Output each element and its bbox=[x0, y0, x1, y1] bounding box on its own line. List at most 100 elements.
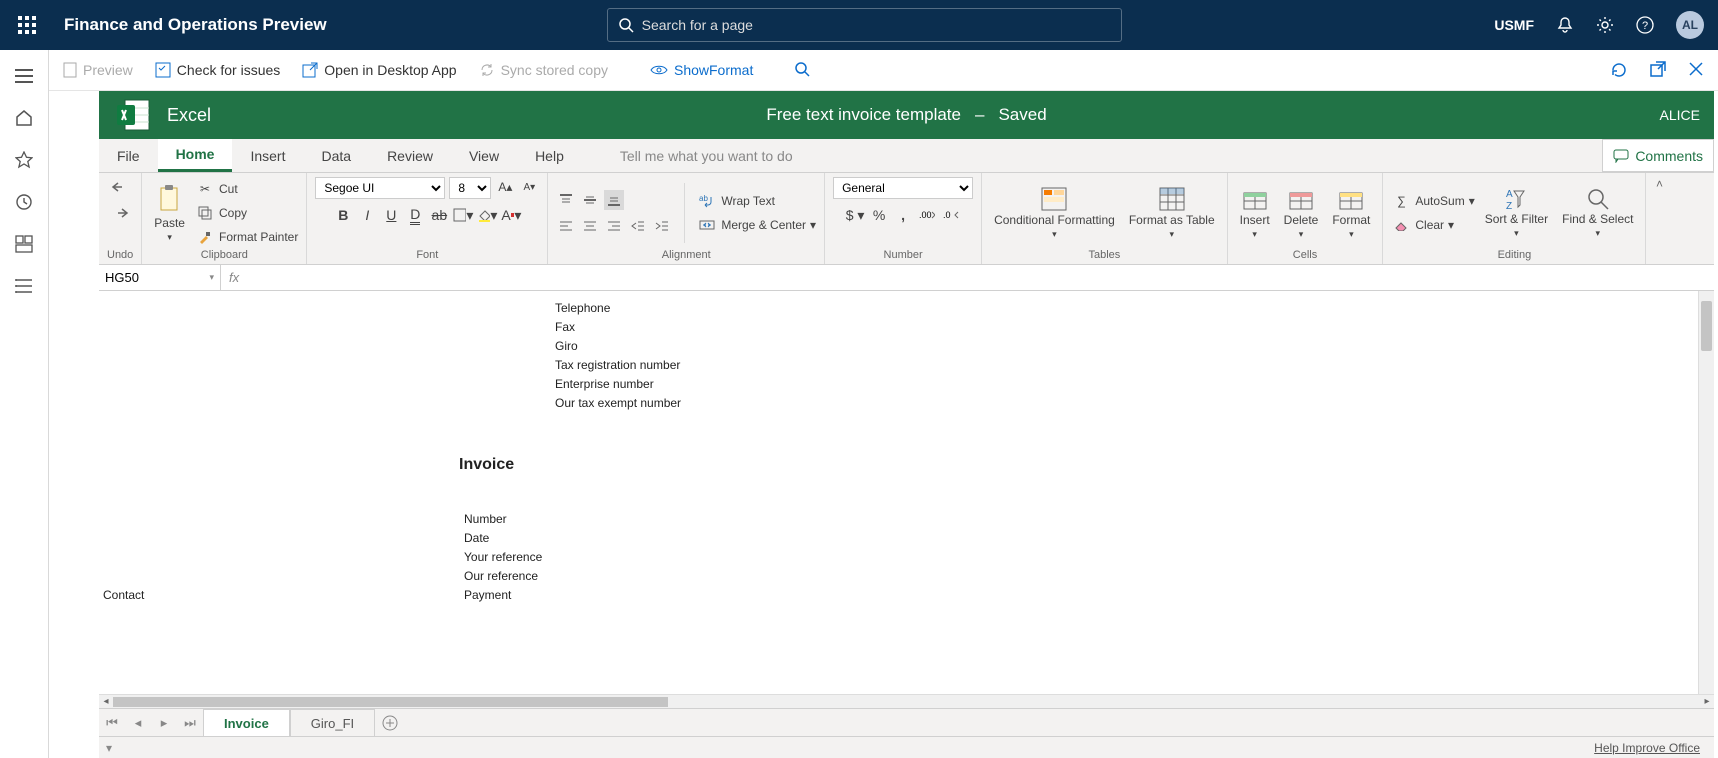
delete-cells-button[interactable]: Delete▾ bbox=[1280, 185, 1323, 242]
global-search[interactable] bbox=[607, 8, 1122, 42]
popout-button[interactable] bbox=[1650, 61, 1666, 79]
preview-button[interactable]: Preview bbox=[63, 62, 133, 78]
cut-button[interactable]: ✂Cut bbox=[195, 179, 298, 199]
refresh-button[interactable] bbox=[1610, 61, 1628, 79]
open-desktop-button[interactable]: Open in Desktop App bbox=[302, 62, 456, 78]
tell-me-search[interactable]: Tell me what you want to do bbox=[602, 139, 811, 172]
legal-entity[interactable]: USMF bbox=[1494, 17, 1534, 33]
horizontal-scrollbar[interactable]: ◂ ▸ bbox=[99, 694, 1714, 708]
align-center-button[interactable] bbox=[580, 216, 600, 236]
align-bottom-button[interactable] bbox=[604, 190, 624, 210]
sync-button[interactable]: Sync stored copy bbox=[479, 62, 608, 78]
workspaces-icon[interactable] bbox=[12, 232, 36, 256]
cell-number: Number bbox=[464, 512, 507, 526]
global-search-input[interactable] bbox=[642, 17, 1111, 33]
wrap-text-button[interactable]: abWrap Text bbox=[697, 191, 816, 211]
collapse-ribbon-button[interactable]: ˄ bbox=[1646, 173, 1672, 264]
align-top-button[interactable] bbox=[556, 190, 576, 210]
check-issues-button[interactable]: Check for issues bbox=[155, 62, 280, 78]
tab-help[interactable]: Help bbox=[517, 139, 582, 172]
align-left-button[interactable] bbox=[556, 216, 576, 236]
italic-button[interactable]: I bbox=[357, 205, 377, 225]
align-middle-button[interactable] bbox=[580, 190, 600, 210]
align-right-button[interactable] bbox=[604, 216, 624, 236]
merge-center-button[interactable]: Merge & Center ▾ bbox=[697, 215, 816, 235]
search-small-button[interactable] bbox=[795, 62, 811, 78]
fill-color-button[interactable]: ▾ bbox=[477, 205, 497, 225]
sheet-tab-invoice[interactable]: Invoice bbox=[203, 709, 290, 736]
percent-button[interactable]: % bbox=[869, 205, 889, 225]
clear-button[interactable]: Clear ▾ bbox=[1391, 215, 1474, 235]
wrap-icon: ab bbox=[697, 191, 717, 211]
home-icon[interactable] bbox=[12, 106, 36, 130]
help-icon[interactable]: ? bbox=[1636, 16, 1654, 34]
bell-icon[interactable] bbox=[1556, 16, 1574, 34]
tab-insert[interactable]: Insert bbox=[232, 139, 303, 172]
sheet-nav-next[interactable]: ▸ bbox=[151, 715, 177, 731]
font-size-select[interactable]: 8 bbox=[449, 177, 491, 199]
avatar[interactable]: AL bbox=[1676, 11, 1704, 39]
sheet-nav-last[interactable]: ⏭ bbox=[177, 715, 203, 731]
format-cells-button[interactable]: Format▾ bbox=[1328, 185, 1374, 242]
increase-font-button[interactable]: A▴ bbox=[495, 177, 515, 197]
comma-button[interactable]: , bbox=[893, 205, 913, 225]
open-external-icon bbox=[302, 62, 318, 78]
increase-decimal-button[interactable]: .00 bbox=[917, 205, 937, 225]
waffle-icon[interactable] bbox=[14, 12, 40, 38]
hamburger-icon[interactable] bbox=[12, 64, 36, 88]
format-as-table-button[interactable]: Format as Table▾ bbox=[1125, 184, 1219, 242]
font-name-select[interactable]: Segoe UI bbox=[315, 177, 445, 199]
scroll-right-button[interactable]: ▸ bbox=[1700, 696, 1714, 707]
group-number-label: Number bbox=[833, 249, 973, 264]
fx-icon[interactable]: fx bbox=[229, 270, 239, 285]
underline-button[interactable]: U bbox=[381, 205, 401, 225]
modules-icon[interactable] bbox=[12, 274, 36, 298]
copy-button[interactable]: Copy bbox=[195, 203, 298, 223]
autosum-button[interactable]: ∑AutoSum ▾ bbox=[1391, 191, 1474, 211]
accounting-button[interactable]: $ ▾ bbox=[845, 205, 865, 225]
scroll-left-button[interactable]: ◂ bbox=[99, 696, 113, 707]
insert-cells-button[interactable]: Insert▾ bbox=[1236, 185, 1274, 242]
close-icon bbox=[1688, 61, 1704, 77]
recent-icon[interactable] bbox=[12, 190, 36, 214]
redo-button[interactable] bbox=[110, 203, 130, 223]
conditional-formatting-button[interactable]: Conditional Formatting▾ bbox=[990, 184, 1119, 242]
comments-button[interactable]: Comments bbox=[1602, 139, 1714, 172]
showformat-button[interactable]: ShowFormat bbox=[650, 62, 753, 78]
paste-button[interactable]: Paste ▾ bbox=[150, 182, 189, 245]
tab-review[interactable]: Review bbox=[369, 139, 451, 172]
find-select-button[interactable]: Find & Select▾ bbox=[1558, 185, 1637, 241]
formula-input[interactable] bbox=[247, 270, 1706, 285]
gear-icon[interactable] bbox=[1596, 16, 1614, 34]
sheet-tab-giro[interactable]: Giro_FI bbox=[290, 709, 375, 736]
decrease-indent-button[interactable] bbox=[628, 216, 648, 236]
double-underline-button[interactable]: D bbox=[405, 205, 425, 225]
font-color-button[interactable]: A▾ bbox=[501, 205, 521, 225]
increase-indent-button[interactable] bbox=[652, 216, 672, 236]
format-painter-button[interactable]: Format Painter bbox=[195, 227, 298, 247]
sheet-nav-first[interactable]: ⏮ bbox=[99, 715, 125, 731]
decrease-font-button[interactable]: A▾ bbox=[519, 177, 539, 197]
decrease-decimal-button[interactable]: .0 bbox=[941, 205, 961, 225]
bold-button[interactable]: B bbox=[333, 205, 353, 225]
strikethrough-button[interactable]: ab bbox=[429, 205, 449, 225]
tab-view[interactable]: View bbox=[451, 139, 517, 172]
name-box-value: HG50 bbox=[105, 270, 139, 285]
status-menu-button[interactable]: ▾ bbox=[99, 741, 119, 755]
star-icon[interactable] bbox=[12, 148, 36, 172]
borders-button[interactable]: ▾ bbox=[453, 205, 473, 225]
sort-filter-button[interactable]: AZSort & Filter▾ bbox=[1481, 185, 1552, 241]
number-format-select[interactable]: General bbox=[833, 177, 973, 199]
add-sheet-button[interactable] bbox=[375, 715, 405, 731]
sheet-nav-prev[interactable]: ◂ bbox=[125, 715, 151, 731]
name-box[interactable]: HG50▾ bbox=[99, 265, 221, 290]
tab-home[interactable]: Home bbox=[158, 139, 233, 172]
excel-logo-icon bbox=[111, 92, 157, 138]
undo-button[interactable] bbox=[110, 177, 130, 197]
vertical-scrollbar[interactable] bbox=[1698, 291, 1714, 694]
tab-file[interactable]: File bbox=[99, 139, 158, 172]
help-improve-link[interactable]: Help Improve Office bbox=[1594, 741, 1700, 755]
close-button[interactable] bbox=[1688, 61, 1704, 79]
tab-data[interactable]: Data bbox=[303, 139, 369, 172]
worksheet[interactable]: Telephone Fax Giro Tax registration numb… bbox=[99, 291, 1698, 694]
